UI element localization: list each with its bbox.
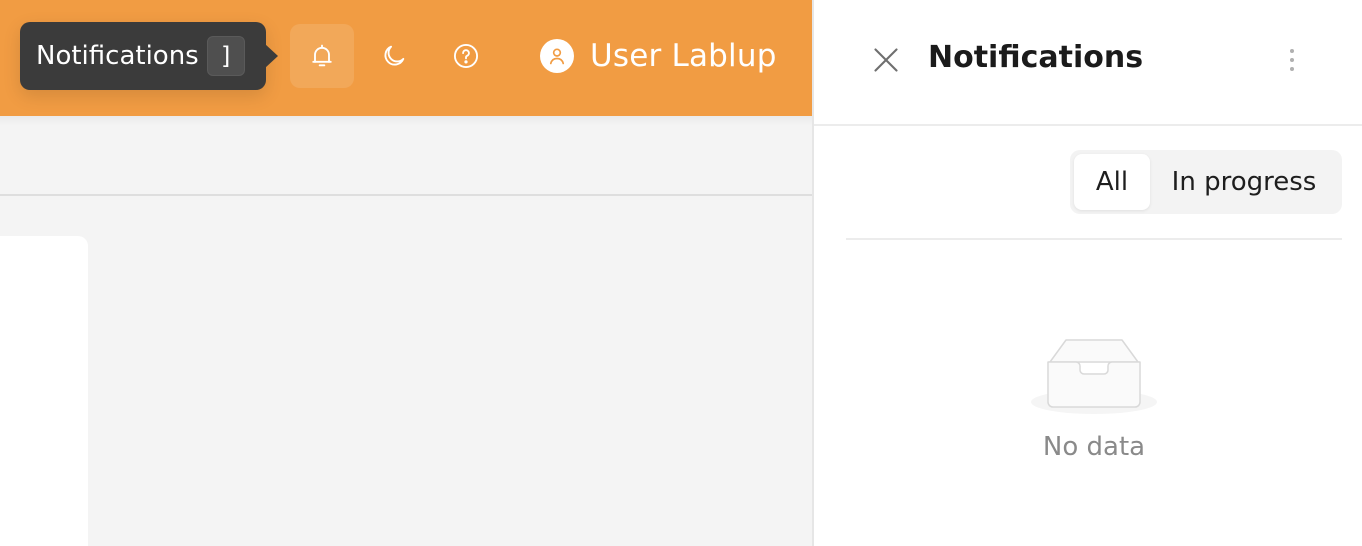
sub-header (0, 116, 812, 196)
empty-text: No data (1042, 432, 1146, 462)
help-button[interactable] (434, 24, 498, 88)
shortcut-key: ] (206, 36, 245, 76)
user-icon (549, 48, 565, 65)
moon-icon (384, 45, 405, 66)
divider (846, 238, 1342, 240)
user-name: User Lablup (590, 38, 777, 74)
user-menu[interactable]: User Lablup (540, 34, 777, 78)
content-card (0, 236, 88, 546)
tab-in-progress[interactable]: In progress (1150, 154, 1338, 210)
question-circle-icon (453, 43, 479, 69)
close-icon (874, 48, 898, 72)
avatar (540, 39, 574, 73)
notifications-button[interactable] (290, 24, 354, 88)
header-shadow (0, 116, 812, 126)
drawer-header: Notifications (814, 0, 1362, 126)
notification-filter: All In progress (1070, 150, 1342, 214)
theme-toggle-button[interactable] (362, 24, 426, 88)
empty-state: No data (1026, 330, 1162, 480)
tab-all[interactable]: All (1074, 154, 1150, 210)
more-vertical-icon[interactable] (1280, 44, 1304, 76)
close-button[interactable] (868, 42, 904, 78)
notifications-drawer: Notifications All In progress No data (812, 0, 1362, 546)
notifications-tooltip: Notifications ] (20, 22, 278, 90)
empty-inbox-icon (1031, 339, 1157, 414)
tooltip-label: Notifications (36, 41, 199, 71)
bell-icon (312, 44, 332, 67)
drawer-title: Notifications (928, 40, 1144, 75)
